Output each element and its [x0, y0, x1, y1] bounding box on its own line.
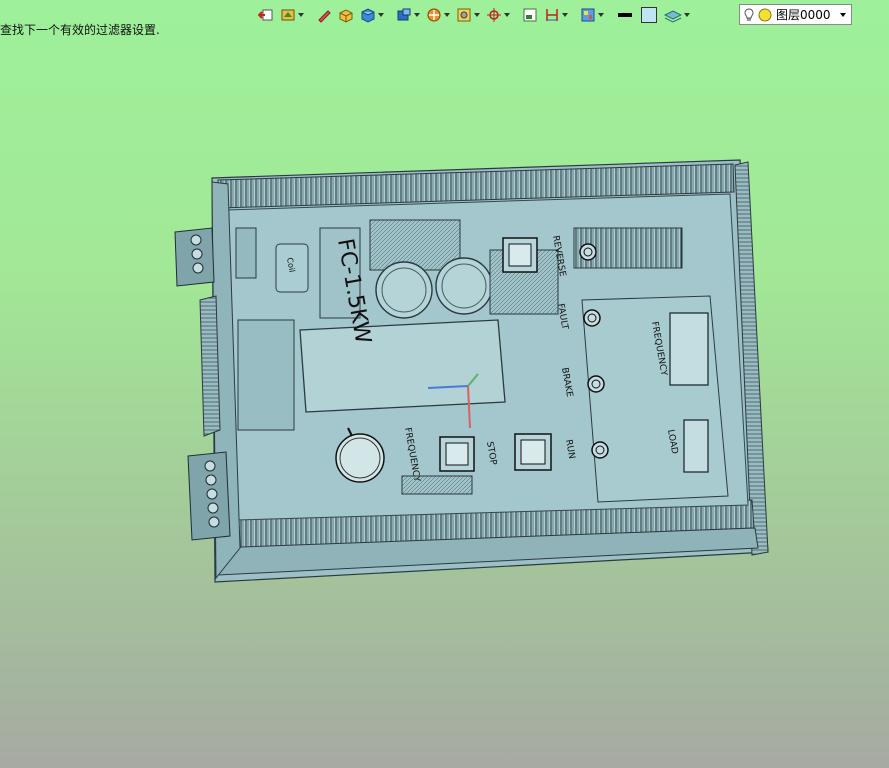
- transformer: [299, 319, 506, 413]
- terminal-block-bottom[interactable]: [187, 451, 231, 541]
- stop-button[interactable]: [439, 436, 475, 472]
- capacitor-2: [435, 257, 493, 315]
- terminal-block-top[interactable]: [174, 227, 215, 287]
- run-button[interactable]: [514, 433, 552, 471]
- reverse-led: [579, 243, 597, 261]
- brake-led: [587, 375, 605, 393]
- fan-grille: [199, 295, 221, 437]
- frequency-display: [669, 312, 709, 386]
- cad-viewport[interactable]: FC-1.5KW REVERSE FAULT BRAKE RUN STOP FR…: [0, 0, 889, 768]
- capacitor-1: [375, 261, 433, 319]
- run-led: [591, 441, 609, 459]
- load-display: [683, 419, 709, 473]
- fault-led: [583, 309, 601, 327]
- reverse-button[interactable]: [502, 237, 538, 273]
